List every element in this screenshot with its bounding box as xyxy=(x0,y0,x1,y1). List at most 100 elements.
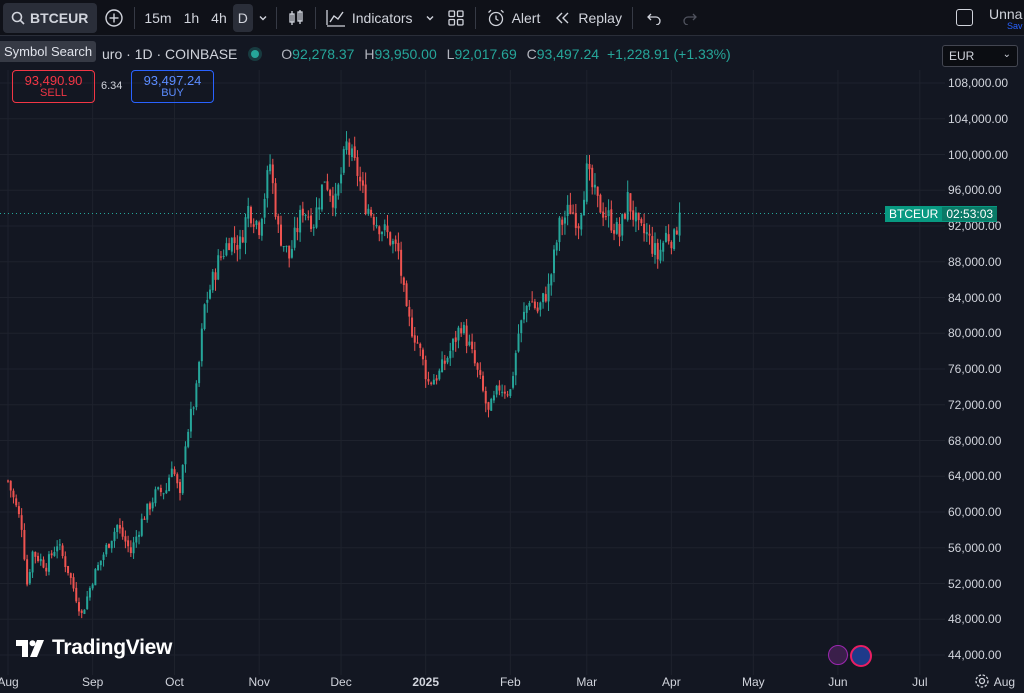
candle-body xyxy=(20,515,23,530)
candle-body xyxy=(255,220,258,226)
sell-button[interactable]: 93,490.90 SELL xyxy=(12,70,95,103)
legend-change: +1,228.91 (+1.33%) xyxy=(606,46,731,62)
candle-body xyxy=(192,407,195,409)
candle-body xyxy=(138,534,141,537)
candle-body xyxy=(37,555,40,561)
redo-button[interactable] xyxy=(672,4,708,32)
candle-body xyxy=(241,237,244,243)
candle-body xyxy=(610,209,613,231)
candle-body xyxy=(296,228,299,233)
price-axis[interactable]: 44,000.00 48,000.00 52,000.00 56,000.00 60,0… xyxy=(945,70,1024,670)
symbol-legend: uro · 1D · COINBASE O92,278.37 H93,950.0… xyxy=(102,46,731,62)
candle-body xyxy=(629,193,632,212)
candle-body xyxy=(514,353,517,376)
rocket-icon[interactable] xyxy=(828,645,848,665)
candle-body xyxy=(430,382,433,384)
candle-body xyxy=(670,241,673,249)
layout-name[interactable]: Unna xyxy=(989,6,1022,22)
candle-body xyxy=(462,324,465,334)
chevron-down-icon xyxy=(259,15,267,20)
candle-body xyxy=(315,207,318,228)
candle-body xyxy=(550,274,553,286)
buy-button[interactable]: 93,497.24 BUY xyxy=(131,70,214,103)
price-chart[interactable] xyxy=(0,70,945,675)
buy-price: 93,497.24 xyxy=(143,73,202,88)
candle-body xyxy=(17,506,20,515)
time-axis-label: Oct xyxy=(165,675,184,689)
candle-body xyxy=(424,359,427,380)
time-axis-label: Aug xyxy=(0,675,19,689)
candle-body xyxy=(542,293,545,303)
time-axis-label: 2025 xyxy=(412,675,440,689)
replay-button[interactable]: Replay xyxy=(547,4,629,32)
candle-body xyxy=(39,558,42,562)
time-axis-label: Jun xyxy=(828,675,848,689)
gear-icon[interactable] xyxy=(974,673,990,689)
price-axis-label: 64,000.00 xyxy=(948,469,1002,484)
timeframe-15m[interactable]: 15m xyxy=(138,4,177,32)
candle-body xyxy=(113,531,116,542)
candle-body xyxy=(69,573,72,578)
add-circle-icon xyxy=(105,8,124,27)
candle-body xyxy=(97,564,100,571)
candle-body xyxy=(509,389,512,396)
candle-body xyxy=(353,146,356,159)
candle-body xyxy=(337,184,340,196)
undo-button[interactable] xyxy=(636,4,672,32)
candle-body xyxy=(673,229,676,250)
candle-body xyxy=(230,237,233,252)
price-axis-label: 60,000.00 xyxy=(948,505,1002,519)
timeframe-dropdown[interactable] xyxy=(253,4,273,32)
candle-body xyxy=(492,395,495,401)
dividends-icon[interactable] xyxy=(850,645,872,667)
candle-body xyxy=(58,544,61,546)
candle-body xyxy=(320,184,323,210)
candle-body xyxy=(555,242,558,251)
indicators-button[interactable]: Indicators xyxy=(319,4,420,32)
candle-body xyxy=(200,328,203,362)
toolbar-divider xyxy=(275,6,277,29)
candle-body xyxy=(159,487,162,493)
time-axis-label: Apr xyxy=(662,675,681,689)
candle-body xyxy=(525,306,528,313)
candle-body xyxy=(378,226,381,235)
candle-body xyxy=(121,527,124,537)
layout-checkbox-icon[interactable] xyxy=(956,9,973,26)
candle-body xyxy=(274,183,277,217)
candle-body xyxy=(233,237,236,244)
candle-body xyxy=(146,503,149,520)
tradingview-logo[interactable]: TradingView xyxy=(16,636,172,660)
candle-body xyxy=(539,302,542,310)
timeframe-4h[interactable]: 4h xyxy=(205,4,233,32)
candle-body xyxy=(99,560,102,566)
candle-body xyxy=(656,242,659,260)
candle-body xyxy=(637,212,640,221)
layouts-button[interactable] xyxy=(440,4,472,32)
timeframe-1h[interactable]: 1h xyxy=(178,4,206,32)
candle-body xyxy=(659,249,662,261)
candle-body xyxy=(544,294,547,302)
alert-label: Alert xyxy=(511,9,541,26)
grid-icon xyxy=(447,9,464,26)
indicators-dropdown[interactable] xyxy=(420,4,440,32)
candle-body xyxy=(34,551,37,557)
alert-button[interactable]: Alert xyxy=(479,4,548,32)
timeframe-d[interactable]: D xyxy=(232,3,253,32)
candle-body xyxy=(391,240,394,245)
sell-price: 93,490.90 xyxy=(24,73,83,88)
candle-body xyxy=(331,195,334,208)
candle-body xyxy=(184,446,187,465)
compare-symbol-button[interactable] xyxy=(97,4,131,32)
candle-body xyxy=(225,243,228,256)
candle-body xyxy=(310,215,313,230)
candles-icon xyxy=(289,9,303,25)
symbol-search-button[interactable]: BTCEUR xyxy=(3,2,98,33)
candle-body xyxy=(678,212,681,236)
currency-select[interactable]: EUR ⌄ xyxy=(942,45,1018,67)
candle-body xyxy=(244,217,247,243)
legend-high: 93,950.00 xyxy=(374,46,437,62)
price-axis-label: 80,000.00 xyxy=(948,326,1002,341)
chart-type-button[interactable] xyxy=(280,4,312,32)
price-axis-label: 56,000.00 xyxy=(948,540,1002,555)
candle-body xyxy=(176,474,179,484)
